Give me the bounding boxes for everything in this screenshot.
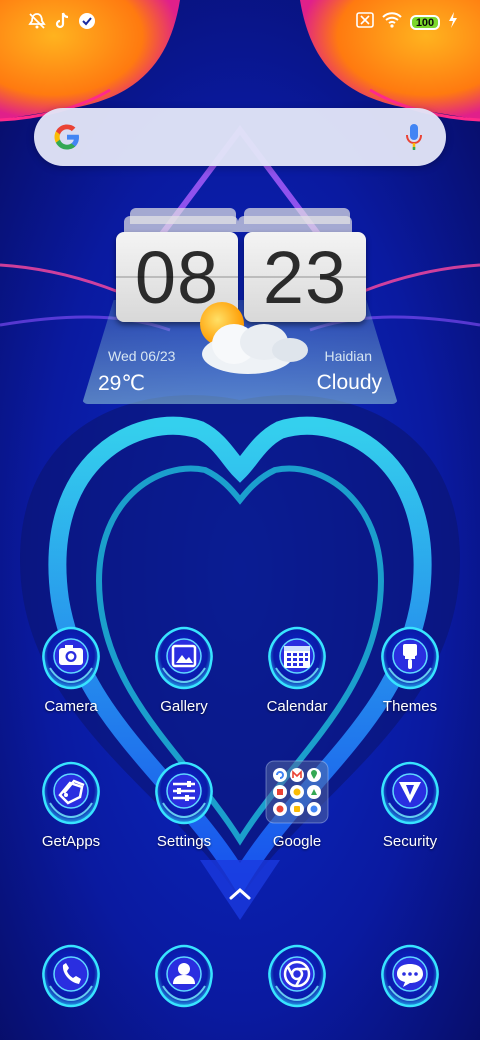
contacts-icon bbox=[149, 940, 219, 1010]
app-label: Calendar bbox=[266, 698, 328, 715]
flip-card-back bbox=[238, 216, 352, 232]
app-calendar[interactable]: Calendar bbox=[242, 622, 352, 715]
sim-off-icon bbox=[356, 12, 374, 33]
status-bar: 100 bbox=[0, 0, 480, 44]
dock-chrome[interactable] bbox=[242, 940, 352, 1010]
folder-google[interactable]: Google bbox=[242, 757, 352, 850]
messages-icon bbox=[375, 940, 445, 1010]
weather-condition: Cloudy bbox=[316, 371, 382, 394]
app-gallery[interactable]: Gallery bbox=[129, 622, 239, 715]
charging-icon bbox=[448, 12, 458, 33]
app-label: Gallery bbox=[160, 698, 208, 715]
app-security[interactable]: Security bbox=[355, 757, 465, 850]
app-label: Settings bbox=[156, 833, 212, 850]
app-label: Camera bbox=[44, 698, 98, 715]
mute-alarm-icon bbox=[28, 12, 46, 35]
phone-icon bbox=[36, 940, 106, 1010]
google-search-bar[interactable] bbox=[34, 108, 446, 166]
app-label: GetApps bbox=[41, 833, 101, 850]
dock-contacts[interactable] bbox=[129, 940, 239, 1010]
sliders-icon bbox=[149, 757, 219, 827]
chevron-up-icon[interactable] bbox=[225, 884, 255, 909]
getapps-icon bbox=[36, 757, 106, 827]
brush-icon bbox=[375, 622, 445, 692]
folder-icon bbox=[262, 757, 332, 827]
weather-date: Wed 06/23 bbox=[108, 348, 176, 364]
app-label: Security bbox=[382, 833, 438, 850]
app-getapps[interactable]: GetApps bbox=[16, 757, 126, 850]
camera-icon bbox=[36, 622, 106, 692]
partly-cloudy-icon bbox=[186, 298, 312, 389]
app-label: Themes bbox=[382, 698, 438, 715]
dock-messages[interactable] bbox=[355, 940, 465, 1010]
weather-city: Haidian bbox=[324, 348, 372, 364]
folder-label: Google bbox=[272, 833, 322, 850]
app-camera[interactable]: Camera bbox=[16, 622, 126, 715]
google-g-icon bbox=[52, 122, 82, 157]
app-themes[interactable]: Themes bbox=[355, 622, 465, 715]
clock-weather-widget[interactable]: 08 23 Wed 06/23 Haidian 29℃ Cloudy bbox=[82, 208, 398, 406]
chrome-icon bbox=[262, 940, 332, 1010]
battery-indicator: 100 bbox=[410, 15, 440, 30]
calendar-icon bbox=[262, 622, 332, 692]
weather-temperature: 29℃ bbox=[98, 372, 145, 395]
check-badge-icon bbox=[78, 12, 96, 35]
flip-card-back bbox=[124, 216, 238, 232]
wifi-icon bbox=[382, 12, 402, 33]
gallery-icon bbox=[149, 622, 219, 692]
app-settings[interactable]: Settings bbox=[129, 757, 239, 850]
tiktok-icon bbox=[54, 12, 70, 35]
shield-icon bbox=[375, 757, 445, 827]
mic-icon[interactable] bbox=[404, 122, 424, 157]
dock-phone[interactable] bbox=[16, 940, 126, 1010]
